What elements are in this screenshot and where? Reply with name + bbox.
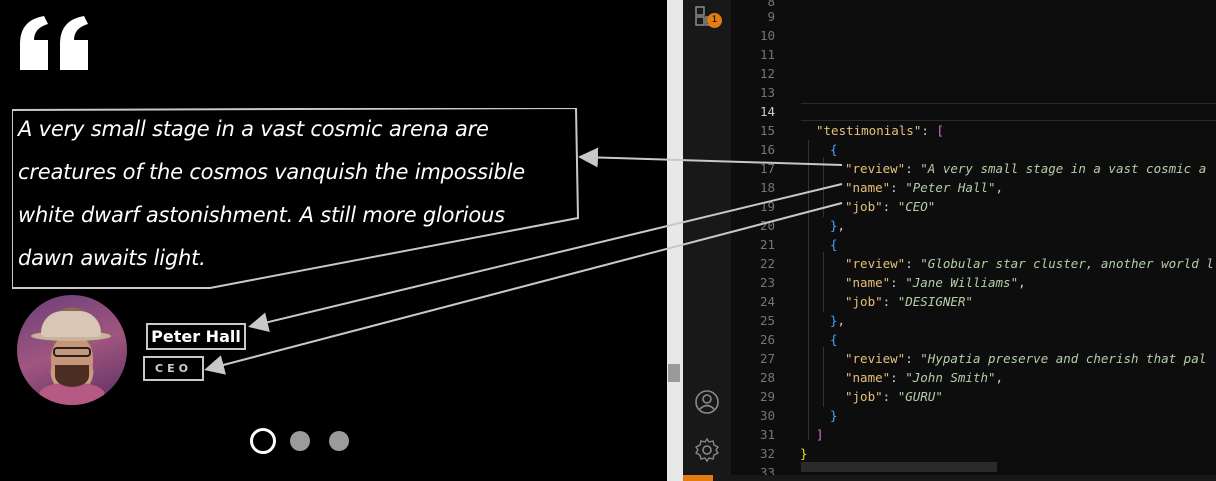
annotation-arrows [204,147,843,375]
arrow-name [248,183,843,332]
arrow-review [578,147,843,168]
arrow-job [204,202,843,375]
